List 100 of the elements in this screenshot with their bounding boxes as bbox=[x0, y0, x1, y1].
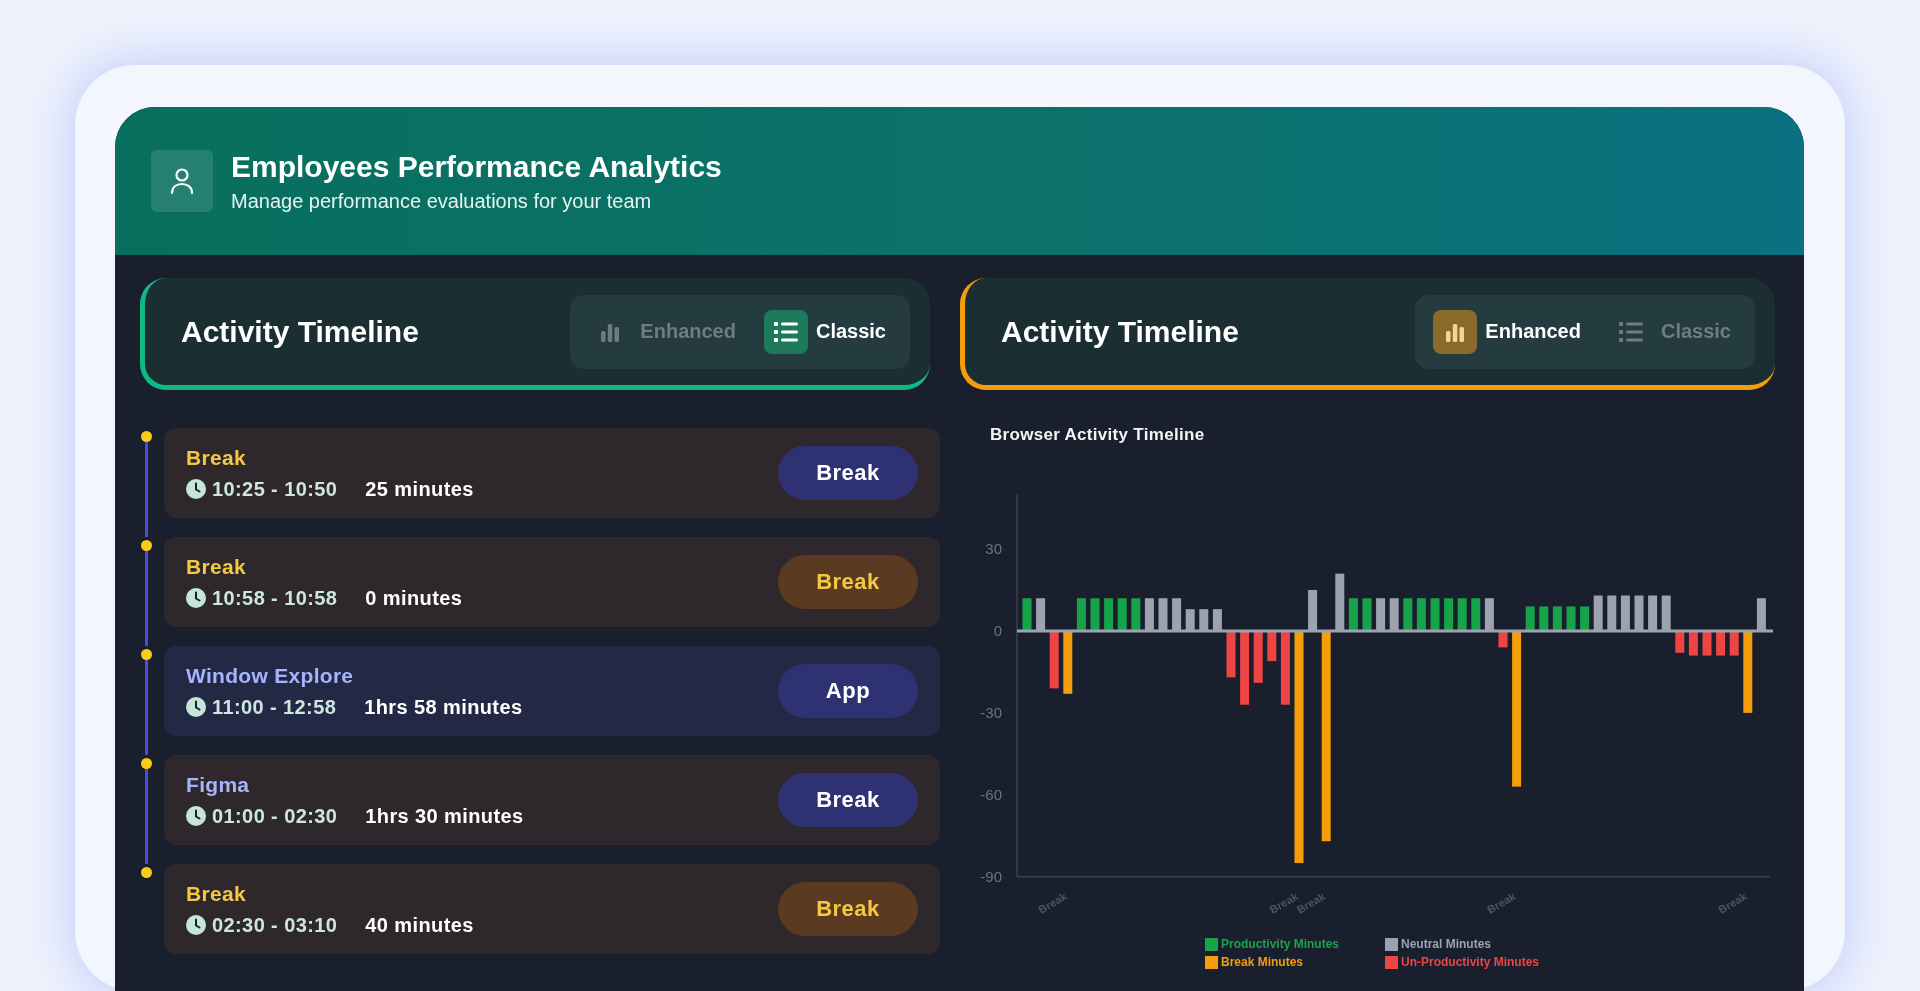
chart-bar bbox=[1661, 595, 1671, 631]
user-icon bbox=[151, 150, 213, 212]
chart-bar bbox=[1389, 598, 1399, 631]
chart-bar bbox=[1335, 573, 1345, 631]
chart-bar bbox=[1620, 595, 1630, 631]
chart-bar bbox=[1756, 598, 1766, 631]
type-badge[interactable]: Break bbox=[778, 555, 918, 609]
chart-bar bbox=[1199, 609, 1209, 631]
type-badge[interactable]: Break bbox=[778, 882, 918, 936]
time-range: 11:00 - 12:58 bbox=[212, 695, 337, 719]
chart-bar bbox=[1267, 631, 1277, 662]
activity-title: Window Explore bbox=[186, 663, 355, 688]
chart-bar bbox=[1688, 631, 1698, 656]
clock-icon bbox=[186, 915, 206, 935]
y-tick-label: -90 bbox=[980, 867, 1002, 885]
view-option-label: Enhanced bbox=[1485, 320, 1581, 343]
chart-title: Browser Activity Timeline bbox=[990, 425, 1206, 445]
activity-title: Break bbox=[186, 881, 247, 906]
chart-bar bbox=[1648, 595, 1658, 631]
chart-bar bbox=[1226, 631, 1236, 678]
chart-bar bbox=[1484, 598, 1494, 631]
chart-bar bbox=[1144, 598, 1154, 631]
chart-bar bbox=[1566, 606, 1576, 631]
duration: 1hrs 30 minutes bbox=[365, 804, 524, 828]
chart-bar bbox=[1036, 598, 1046, 631]
chart-bar bbox=[1525, 606, 1535, 631]
time-range: 10:25 - 10:50 bbox=[212, 477, 338, 501]
y-tick-label: -60 bbox=[980, 785, 1002, 803]
chart-bar bbox=[1634, 595, 1644, 631]
activity-title: Figma bbox=[186, 772, 251, 797]
chart-bar bbox=[1471, 598, 1481, 631]
chart-bar bbox=[1416, 598, 1426, 631]
legend-item: Neutral Minutes bbox=[1385, 937, 1575, 951]
chart-bar bbox=[1348, 598, 1358, 631]
legend-item: Un-Productivity Minutes bbox=[1385, 955, 1575, 969]
duration: 25 minutes bbox=[365, 477, 474, 501]
time-range: 02:30 - 03:10 bbox=[212, 913, 338, 937]
timeline-dot bbox=[140, 758, 152, 769]
view-option[interactable]: Enhanced bbox=[1433, 309, 1581, 354]
activity-title: Break bbox=[186, 554, 247, 579]
chart-bar bbox=[1552, 606, 1562, 631]
type-badge[interactable]: App bbox=[778, 664, 918, 718]
timeline-item[interactable]: Window Explore 11:00 - 12:58 1hrs 58 minutes App bbox=[164, 646, 940, 736]
timeline-dot bbox=[140, 431, 152, 442]
panel-title: Activity Timeline bbox=[1001, 314, 1239, 349]
chart-bar bbox=[1376, 598, 1386, 631]
timeline-item[interactable]: Figma 01:00 - 02:30 1hrs 30 minutes Break bbox=[164, 755, 940, 845]
view-option-label: Classic bbox=[815, 320, 886, 343]
timeline-dot bbox=[140, 540, 152, 551]
y-tick-label: 0 bbox=[993, 622, 1002, 639]
chart-bar bbox=[1253, 631, 1263, 683]
view-option-label: Enhanced bbox=[640, 320, 736, 343]
chart-bar bbox=[1212, 609, 1222, 631]
page-title: Employees Performance Analytics bbox=[231, 149, 722, 184]
activity-title: Break bbox=[186, 445, 247, 470]
chart-bar bbox=[1729, 631, 1739, 656]
clock-icon bbox=[186, 588, 206, 608]
chart-bar bbox=[1308, 590, 1318, 631]
chart-bar bbox=[1158, 598, 1168, 631]
chart-bar bbox=[1117, 598, 1127, 631]
chart-bar bbox=[1716, 631, 1726, 656]
timeline-item[interactable]: Break 10:58 - 10:58 0 minutes Break bbox=[164, 537, 940, 627]
clock-icon bbox=[186, 806, 206, 826]
time-range: 01:00 - 02:30 bbox=[212, 804, 338, 828]
chart-bar bbox=[1702, 631, 1712, 656]
chart-bar bbox=[1675, 631, 1685, 653]
type-badge[interactable]: Break bbox=[778, 446, 918, 500]
timeline-dot bbox=[140, 649, 152, 660]
timeline-item[interactable]: Break 02:30 - 03:10 40 minutes Break bbox=[164, 864, 940, 954]
chart-bar bbox=[1593, 595, 1603, 631]
timeline-item[interactable]: Break 10:25 - 10:50 25 minutes Break bbox=[164, 428, 940, 518]
chart-bar bbox=[1539, 606, 1549, 631]
y-tick-label: 30 bbox=[985, 540, 1002, 558]
duration: 1hrs 58 minutes bbox=[364, 695, 523, 719]
chart-bar bbox=[1049, 631, 1059, 689]
chart-bar bbox=[1022, 598, 1032, 631]
list-icon bbox=[1617, 319, 1644, 344]
type-badge[interactable]: Break bbox=[778, 773, 918, 827]
y-tick-label: -30 bbox=[980, 703, 1002, 721]
legend-item: Break Minutes bbox=[1205, 955, 1385, 969]
chart-bar bbox=[1430, 598, 1440, 631]
chart-bar bbox=[1444, 598, 1454, 631]
duration: 0 minutes bbox=[365, 586, 463, 610]
view-option[interactable]: Classic bbox=[763, 309, 886, 354]
duration: 40 minutes bbox=[365, 913, 474, 937]
clock-icon bbox=[186, 697, 206, 717]
chart-bar bbox=[1457, 598, 1467, 631]
chart-bar bbox=[1090, 598, 1100, 631]
page-subtitle: Manage performance evaluations for your team bbox=[231, 189, 653, 213]
chart-bar bbox=[1362, 598, 1372, 631]
chart-bar bbox=[1607, 595, 1617, 631]
chart-bar bbox=[1104, 598, 1114, 631]
chart-bar bbox=[1076, 598, 1086, 631]
legend-item: Productivity Minutes bbox=[1205, 937, 1385, 951]
list-icon bbox=[772, 319, 799, 344]
chart-bar bbox=[1498, 631, 1508, 648]
chart-bar bbox=[1063, 631, 1073, 694]
chart-bar bbox=[1131, 598, 1141, 631]
timeline-dot bbox=[140, 867, 152, 878]
chart-bar bbox=[1403, 598, 1413, 631]
